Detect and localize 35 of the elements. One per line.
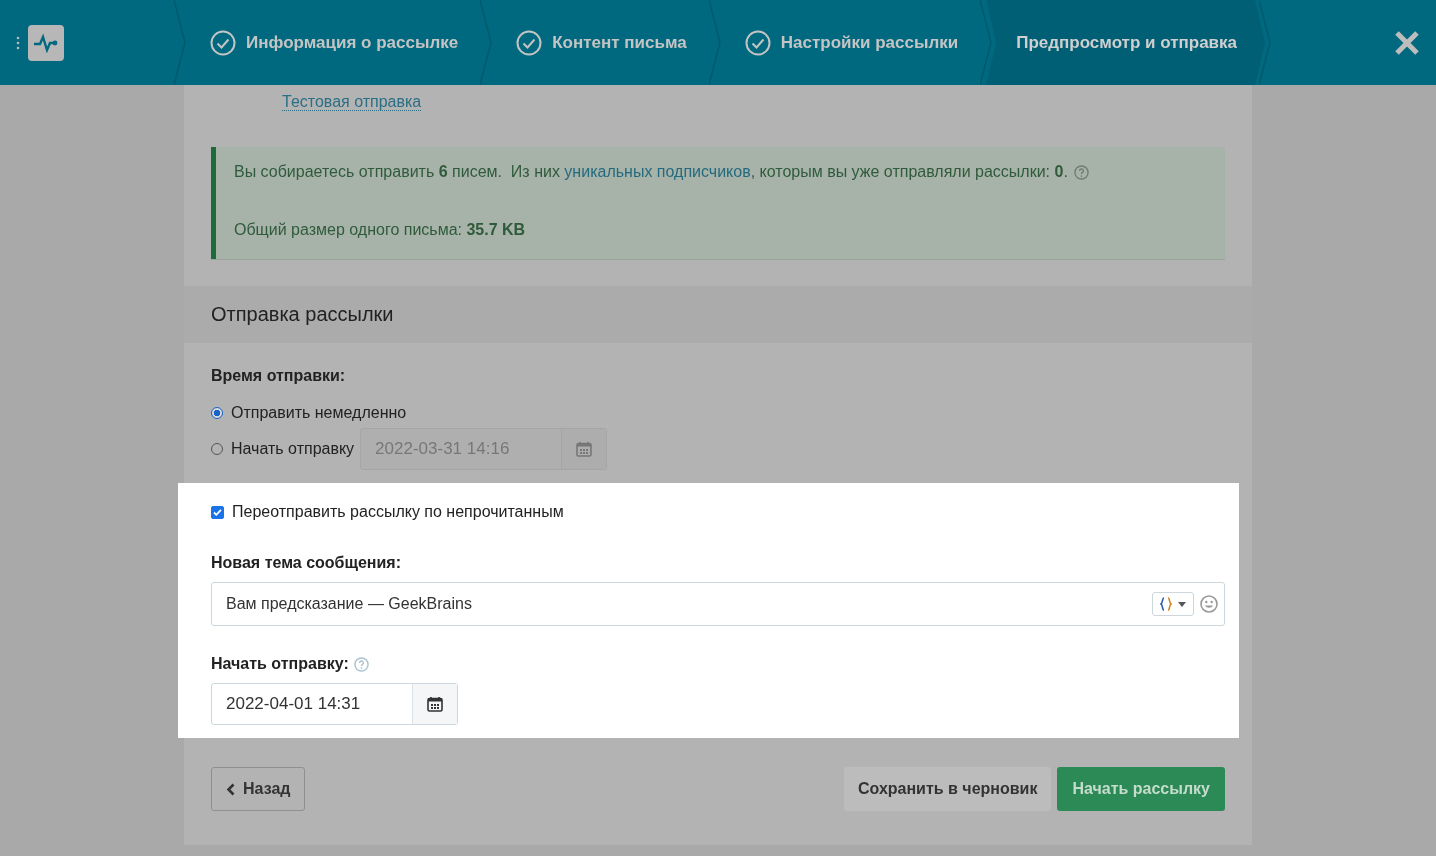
help-icon[interactable] bbox=[353, 656, 369, 672]
radio-label[interactable]: Начать отправку bbox=[231, 440, 355, 458]
date-field[interactable]: 2022-04-01 14:31 bbox=[211, 683, 458, 725]
wizard-step[interactable]: Настройки рассылки bbox=[714, 0, 987, 85]
braces-icon bbox=[1160, 597, 1172, 611]
wizard-step[interactable]: Информация о рассылке bbox=[180, 0, 487, 85]
section-title: Отправка рассылки bbox=[211, 303, 394, 326]
radio-label[interactable]: Отправить немедленно bbox=[231, 404, 407, 422]
more-icon[interactable] bbox=[16, 35, 20, 50]
checkbox[interactable] bbox=[211, 505, 224, 519]
logo-icon[interactable] bbox=[28, 24, 64, 61]
field-label: Начать отправку: bbox=[211, 655, 349, 673]
recipient-count-text: Вы собираетесь отправить 6 писем. Из них bbox=[234, 163, 561, 181]
field-label: Время отправки: bbox=[211, 367, 347, 385]
radio-button[interactable] bbox=[211, 407, 223, 419]
field-label: Новая тема сообщения: bbox=[211, 554, 402, 572]
message-size-text: Общий размер одного письма: 35.7 KB bbox=[234, 221, 526, 239]
calendar-icon bbox=[576, 441, 593, 457]
checkbox-label[interactable]: Переотправить рассылку по непрочитанным bbox=[232, 503, 564, 521]
sent-count-text: , которым вы уже отправляли рассылки: 0. bbox=[750, 163, 1068, 181]
wizard-step[interactable]: Предпросмотр и отправка bbox=[986, 0, 1265, 85]
caret-icon bbox=[1178, 601, 1186, 607]
variables-button[interactable] bbox=[1152, 592, 1194, 616]
calendar-icon bbox=[427, 696, 443, 712]
emoji-icon[interactable] bbox=[1200, 595, 1218, 613]
help-icon[interactable] bbox=[1073, 164, 1089, 180]
close-button[interactable] bbox=[1394, 29, 1420, 56]
chevron-left-icon bbox=[226, 782, 235, 796]
start-button[interactable]: Начать рассылку bbox=[1057, 767, 1225, 811]
subject-field[interactable]: Вам предсказание — GeekBrains bbox=[211, 582, 1225, 626]
test-send-link[interactable]: Тестовая отправка bbox=[282, 93, 422, 111]
unique-subscribers-link[interactable]: уникальных подписчиков bbox=[564, 163, 751, 181]
back-button[interactable]: Назад bbox=[211, 767, 306, 811]
save-draft-button[interactable]: Сохранить в черновик bbox=[843, 767, 1052, 811]
wizard-step[interactable]: Контент письма bbox=[486, 0, 715, 85]
